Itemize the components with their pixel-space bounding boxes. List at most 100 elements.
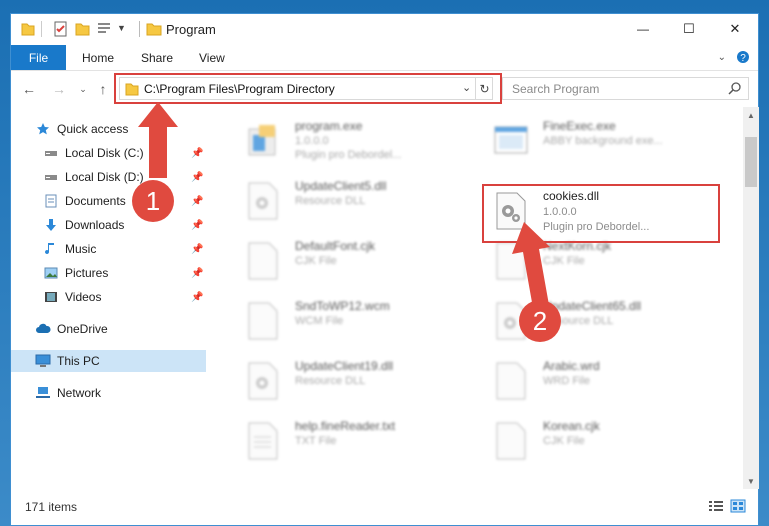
recent-locations-button[interactable]: ⌄ <box>73 79 93 99</box>
sidebar-item-label: Local Disk (C:) <box>65 146 144 160</box>
rename-icon[interactable] <box>97 21 113 37</box>
file-item[interactable]: DefaultFont.cjk CJK File <box>221 233 461 283</box>
file-name: FineExec.exe <box>543 119 616 133</box>
file-icon <box>248 302 278 340</box>
pictures-icon <box>43 265 59 281</box>
file-item[interactable]: help.fineReader.txt TXT File <box>221 413 461 463</box>
pin-icon: 📌 <box>191 171 204 183</box>
pin-icon: 📌 <box>191 147 204 159</box>
customize-qa-dropdown-icon[interactable]: ▼ <box>117 23 126 39</box>
file-item[interactable]: FineExec.exe ABBY background exe... <box>469 113 709 163</box>
file-type: CJK File <box>295 255 337 267</box>
file-item[interactable]: Korean.cjk CJK File <box>469 413 709 463</box>
scroll-down-icon[interactable]: ▼ <box>743 473 759 489</box>
sidebar-item-network[interactable]: Network <box>11 382 206 404</box>
sidebar-item-onedrive[interactable]: OneDrive <box>11 318 206 340</box>
star-icon <box>35 121 51 137</box>
sidebar-item-label: Network <box>57 386 102 400</box>
close-icon: ✕ <box>729 21 741 36</box>
large-icons-view-icon[interactable] <box>730 499 746 513</box>
sidebar-item-label: Documents <box>65 194 126 208</box>
file-description: ABBY background exe... <box>543 135 663 147</box>
file-icon <box>496 242 526 280</box>
qa-separator <box>41 21 42 37</box>
maximize-button[interactable]: ☐ <box>666 14 712 44</box>
sidebar-item-label: Pictures <box>65 266 109 280</box>
vertical-scrollbar[interactable]: ▲ ▼ <box>743 107 759 489</box>
up-button[interactable]: ↑ <box>93 79 113 99</box>
sidebar-item-documents[interactable]: Documents 📌 <box>11 190 206 212</box>
back-button[interactable]: ← <box>19 79 39 99</box>
file-item[interactable]: SndToWP12.wcm WCM File <box>221 293 461 343</box>
scrollbar-thumb[interactable] <box>745 137 757 187</box>
tab-share[interactable]: Share <box>141 45 173 70</box>
file-item[interactable]: UpdateClient65.dll Resource DLL <box>469 293 709 343</box>
item-count: 171 items <box>25 500 78 514</box>
properties-icon[interactable] <box>53 21 69 37</box>
sidebar-item-pictures[interactable]: Pictures 📌 <box>11 262 206 284</box>
close-button[interactable]: ✕ <box>712 14 758 44</box>
callout-badge-1: 1 <box>132 180 174 222</box>
file-icon <box>496 362 526 400</box>
file-item[interactable]: Arabic.wrd WRD File <box>469 353 709 403</box>
drive-icon <box>43 145 59 161</box>
sidebar-item-quick-access[interactable]: Quick access <box>11 118 206 140</box>
new-folder-icon[interactable] <box>75 21 91 37</box>
file-view: program.exe 1.0.0.0 Plugin pro Debordel.… <box>207 107 743 489</box>
file-name: Korean.cjk <box>543 419 600 433</box>
sidebar-item-local-disk-d[interactable]: Local Disk (D:) 📌 <box>11 166 206 188</box>
search-box[interactable]: Search Program <box>502 77 749 100</box>
file-type: WRD File <box>543 375 591 387</box>
maximize-icon: ☐ <box>683 21 695 36</box>
tab-view[interactable]: View <box>199 45 225 70</box>
search-icon[interactable] <box>728 81 742 95</box>
file-item[interactable]: UpdateClient19.dll Resource DLL <box>221 353 461 403</box>
sidebar-item-local-disk-c[interactable]: Local Disk (C:) 📌 <box>11 142 206 164</box>
network-icon <box>35 385 51 401</box>
file-name: Arabic.wrd <box>543 359 600 373</box>
minimize-button[interactable]: — <box>620 14 666 44</box>
sidebar-item-this-pc[interactable]: This PC <box>11 350 206 372</box>
tab-file[interactable]: File <box>11 45 66 70</box>
sidebar-item-music[interactable]: Music 📌 <box>11 238 206 260</box>
file-type: WCM File <box>295 315 344 327</box>
file-icon <box>496 422 526 460</box>
back-arrow-icon: ← <box>22 81 36 97</box>
title-folder-icon <box>146 23 162 36</box>
forward-button[interactable]: → <box>49 79 69 99</box>
scroll-up-icon[interactable]: ▲ <box>743 107 759 123</box>
explorer-window: ▼ Program — ☐ ✕ File Home Share View ⌄ ? <box>10 13 759 526</box>
folder-icon[interactable] <box>21 21 35 37</box>
up-arrow-icon: ↑ <box>99 81 107 97</box>
search-input[interactable]: Search Program <box>512 82 599 96</box>
callout-badge-2: 2 <box>519 300 561 342</box>
pin-icon: 📌 <box>191 267 204 279</box>
file-type: CJK File <box>543 435 585 447</box>
exe-window-icon <box>494 126 528 154</box>
title-separator <box>139 21 140 37</box>
file-highlight-box <box>482 184 720 243</box>
file-name: help.fineReader.txt <box>295 419 396 433</box>
file-type: CJK File <box>543 255 585 267</box>
tab-home[interactable]: Home <box>82 45 114 70</box>
sidebar-item-label: Downloads <box>65 218 125 232</box>
details-view-icon[interactable] <box>708 499 724 513</box>
status-bar: 171 items <box>11 493 758 521</box>
music-icon <box>43 241 59 257</box>
file-item[interactable]: program.exe 1.0.0.0 Plugin pro Debordel.… <box>221 113 461 163</box>
sidebar-item-label: This PC <box>57 354 100 368</box>
file-type: TXT File <box>295 435 337 447</box>
sidebar-item-downloads[interactable]: Downloads 📌 <box>11 214 206 236</box>
window-title: Program <box>166 22 216 37</box>
navigation-row: ← → ⌄ ↑ C:\Program Files\Program Directo… <box>11 72 758 106</box>
pin-icon: 📌 <box>191 291 204 303</box>
minimize-icon: — <box>637 22 649 36</box>
file-name: UpdateClient19.dll <box>295 359 394 373</box>
help-icon[interactable]: ? <box>736 50 750 64</box>
cloud-icon <box>35 321 51 337</box>
expand-ribbon-icon[interactable]: ⌄ <box>718 52 726 63</box>
file-item[interactable]: UpdateClient5.dll Resource DLL <box>221 173 461 223</box>
chevron-down-icon: ⌄ <box>79 83 87 94</box>
dll-icon <box>248 362 278 400</box>
sidebar-item-videos[interactable]: Videos 📌 <box>11 286 206 308</box>
